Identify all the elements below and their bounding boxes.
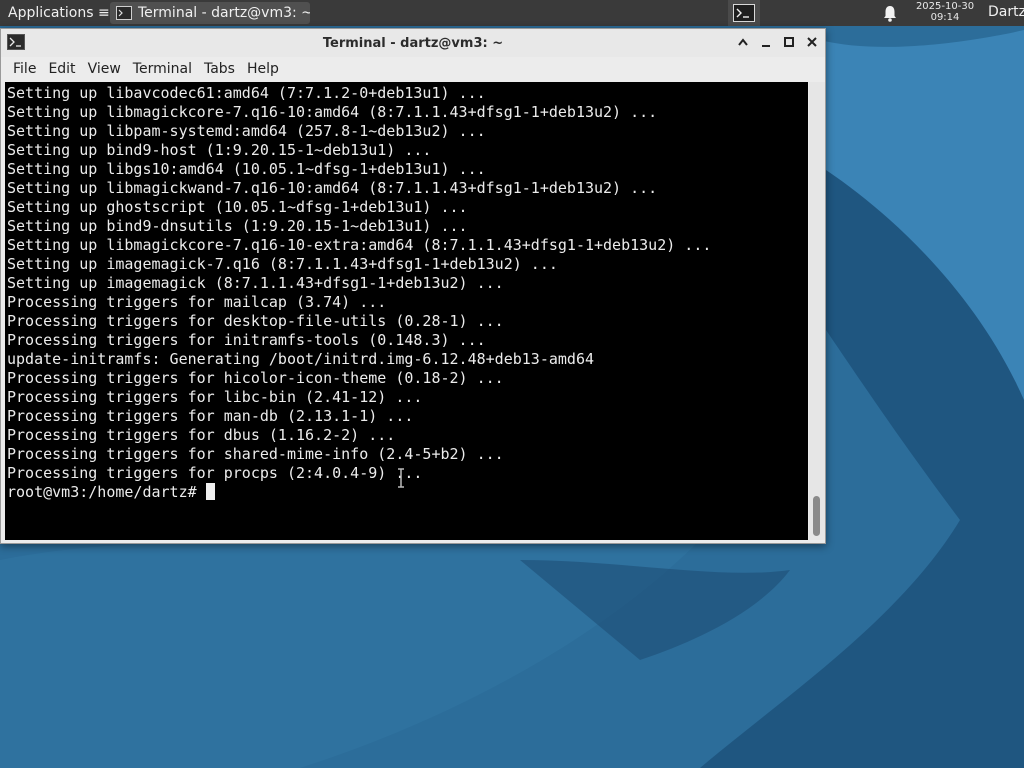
terminal-line: Setting up ghostscript (10.05.1~dfsg-1+d…	[7, 198, 468, 216]
terminal-line: Setting up libpam-systemd:amd64 (257.8-1…	[7, 122, 486, 140]
menu-file[interactable]: File	[7, 61, 42, 77]
user-menu[interactable]: Dartz	[988, 4, 1024, 20]
terminal-line: Setting up bind9-host (1:9.20.15-1~deb13…	[7, 141, 432, 159]
menu-terminal[interactable]: Terminal	[127, 61, 198, 77]
terminal-prompt: root@vm3:/home/dartz#	[7, 483, 197, 501]
clock-time: 09:14	[930, 12, 960, 23]
terminal-line: Setting up imagemagick (8:7.1.1.43+dfsg1…	[7, 274, 504, 292]
panel-clock[interactable]: 2025-10-30 09:14	[905, 1, 985, 23]
terminal-line: Processing triggers for initramfs-tools …	[7, 331, 486, 349]
clock-date: 2025-10-30	[915, 1, 975, 12]
close-icon	[807, 37, 817, 47]
chevron-up-icon	[738, 38, 748, 46]
terminal-line: Setting up libmagickcore-7.q16-10-extra:…	[7, 236, 712, 254]
menu-help[interactable]: Help	[241, 61, 285, 77]
terminal-line: Setting up libmagickcore-7.q16-10:amd64 …	[7, 103, 658, 121]
terminal-line: update-initramfs: Generating /boot/initr…	[7, 350, 594, 368]
applications-menu-button[interactable]: Applications ≡	[0, 0, 110, 26]
terminal-line: Processing triggers for dbus (1.16.2-2) …	[7, 426, 396, 444]
window-titlebar[interactable]: Terminal - dartz@vm3: ~	[1, 29, 825, 57]
terminal-line: Setting up libgs10:amd64 (10.05.1~dfsg-1…	[7, 160, 486, 178]
terminal-output-area[interactable]: Setting up libavcodec61:amd64 (7:7.1.2-0…	[5, 82, 808, 540]
terminal-line: Processing triggers for man-db (2.13.1-1…	[7, 407, 414, 425]
scrollbar[interactable]	[809, 82, 825, 540]
terminal-line: Setting up imagemagick-7.q16 (8:7.1.1.43…	[7, 255, 558, 273]
terminal-window: Terminal - dartz@vm3: ~ File Edit View T…	[0, 28, 826, 544]
applications-label: Applications ≡	[8, 5, 110, 21]
menu-tabs[interactable]: Tabs	[198, 61, 241, 77]
menu-bar: File Edit View Terminal Tabs Help	[1, 57, 825, 81]
maximize-icon	[784, 37, 794, 47]
text-cursor	[205, 483, 215, 500]
terminal-line: Processing triggers for mailcap (3.74) .…	[7, 293, 387, 311]
terminal-line: Processing triggers for shared-mime-info…	[7, 445, 504, 463]
terminal-line: Setting up libmagickwand-7.q16-10:amd64 …	[7, 179, 658, 197]
terminal-line: Setting up bind9-dnsutils (1:9.20.15-1~d…	[7, 217, 468, 235]
terminal-line: Processing triggers for libc-bin (2.41-1…	[7, 388, 423, 406]
taskbar-terminal-task[interactable]: Terminal - dartz@vm3: ~	[110, 2, 310, 24]
terminal-line: Processing triggers for hicolor-icon-the…	[7, 369, 504, 387]
menu-edit[interactable]: Edit	[42, 61, 81, 77]
maximize-button[interactable]	[781, 34, 797, 50]
terminal-line: Processing triggers for procps (2:4.0.4-…	[7, 464, 423, 482]
terminal-output: Setting up libavcodec61:amd64 (7:7.1.2-0…	[5, 82, 808, 502]
ibeam-cursor-icon	[398, 468, 404, 488]
minimize-icon	[762, 45, 770, 47]
shade-button[interactable]	[735, 34, 751, 50]
terminal-icon	[116, 6, 132, 20]
menu-view[interactable]: View	[82, 61, 127, 77]
bell-icon[interactable]	[880, 3, 900, 23]
terminal-line: Setting up libavcodec61:amd64 (7:7.1.2-0…	[7, 84, 486, 102]
terminal-line: Processing triggers for desktop-file-uti…	[7, 312, 504, 330]
window-title: Terminal - dartz@vm3: ~	[322, 35, 504, 51]
terminal-launcher-icon	[733, 4, 755, 22]
minimize-button[interactable]	[758, 34, 774, 50]
top-panel: Applications ≡ Terminal - dartz@vm3: ~ 2…	[0, 0, 1024, 26]
terminal-launcher-button[interactable]	[728, 0, 760, 26]
close-button[interactable]	[804, 34, 820, 50]
scrollbar-thumb[interactable]	[813, 496, 820, 536]
taskbar-task-label: Terminal - dartz@vm3: ~	[138, 5, 310, 21]
